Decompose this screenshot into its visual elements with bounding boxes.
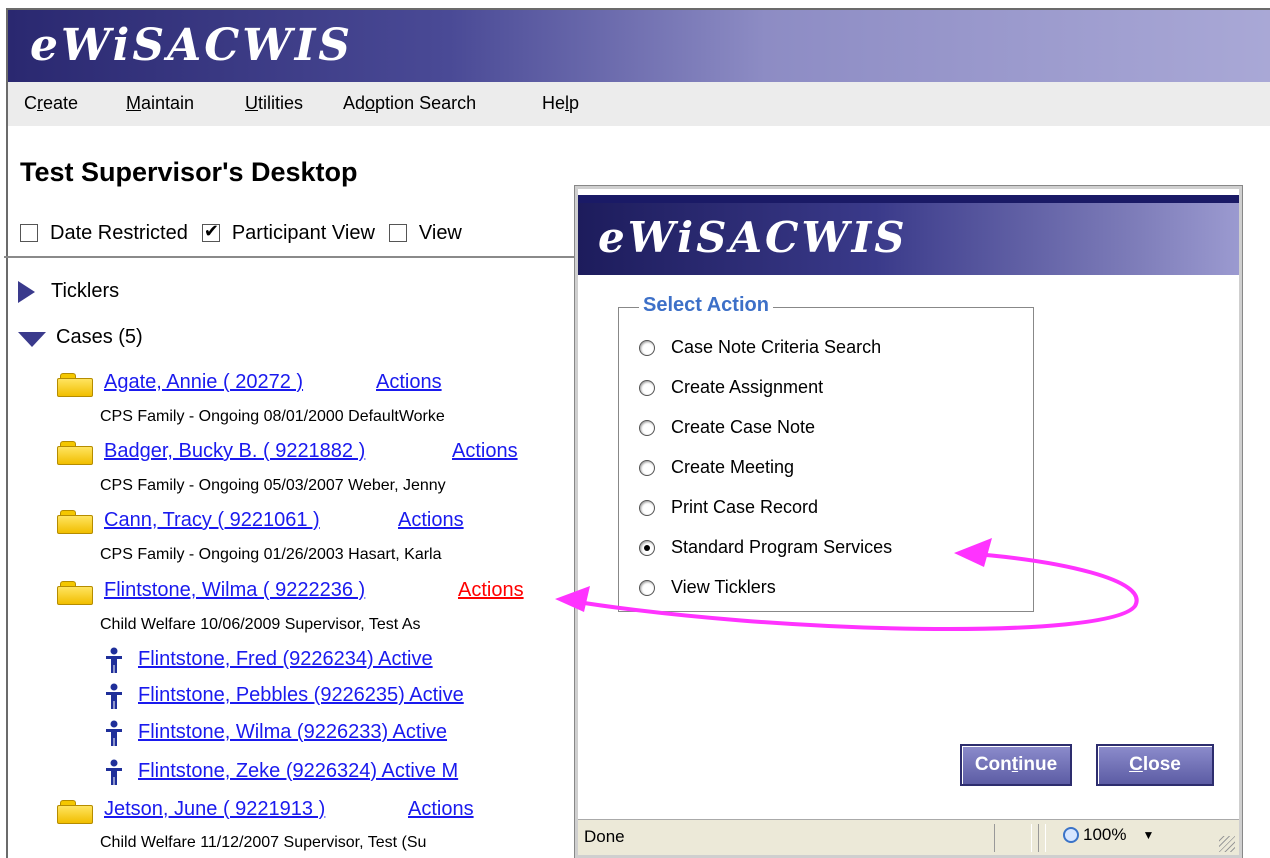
app-title: eWiSACWIS bbox=[30, 20, 354, 71]
case-actions-link[interactable]: Actions bbox=[452, 440, 518, 463]
radio-button-selected[interactable] bbox=[639, 539, 655, 556]
radio-button[interactable] bbox=[639, 419, 655, 436]
radio-button[interactable] bbox=[639, 459, 655, 476]
case-detail: CPS Family - Ongoing 05/03/2007 Weber, J… bbox=[100, 477, 446, 494]
close-button[interactable]: Close bbox=[1096, 744, 1214, 786]
dialog-banner: eWiSACWIS bbox=[578, 195, 1239, 275]
collapse-icon bbox=[18, 332, 46, 347]
folder-icon bbox=[57, 373, 93, 397]
menu-create[interactable]: Create bbox=[24, 93, 78, 114]
select-action-dialog: eWiSACWIS Select Action Case Note Criter… bbox=[575, 186, 1242, 858]
folder-icon bbox=[57, 581, 93, 605]
case-link-agate[interactable]: Agate, Annie ( 20272 ) bbox=[104, 371, 303, 394]
status-segment bbox=[994, 824, 1032, 852]
person-icon bbox=[106, 720, 122, 746]
divider bbox=[4, 256, 584, 258]
case-detail: CPS Family - Ongoing 08/01/2000 DefaultW… bbox=[100, 408, 445, 425]
status-segment bbox=[1038, 824, 1046, 852]
folder-icon bbox=[57, 800, 93, 824]
case-actions-link[interactable]: Actions bbox=[408, 798, 474, 821]
option-print-case-record[interactable]: Print Case Record bbox=[639, 497, 818, 518]
date-restricted-checkbox[interactable] bbox=[20, 224, 38, 242]
case-actions-link[interactable]: Actions bbox=[376, 371, 442, 394]
person-icon bbox=[106, 647, 122, 673]
participant-link[interactable]: Flintstone, Fred (9226234) Active bbox=[138, 648, 433, 671]
menu-help[interactable]: Help bbox=[542, 93, 579, 114]
status-text: Done bbox=[584, 827, 625, 846]
radio-button[interactable] bbox=[639, 379, 655, 396]
ticklers-section[interactable]: Ticklers bbox=[18, 280, 119, 303]
option-view-ticklers[interactable]: View Ticklers bbox=[639, 577, 776, 598]
select-action-group: Select Action Case Note Criteria Search … bbox=[618, 294, 1034, 612]
select-action-legend: Select Action bbox=[639, 294, 773, 317]
filter-bar: Date Restricted Participant View View bbox=[20, 218, 476, 248]
case-link-badger[interactable]: Badger, Bucky B. ( 9221882 ) bbox=[104, 440, 365, 463]
participant-view-checkbox[interactable] bbox=[201, 221, 220, 242]
option-standard-program-services[interactable]: Standard Program Services bbox=[639, 537, 892, 558]
zoom-control[interactable]: 100% ▼ bbox=[1063, 825, 1154, 845]
ticklers-label: Ticklers bbox=[51, 280, 120, 302]
radio-button[interactable] bbox=[639, 499, 655, 516]
option-create-case-note[interactable]: Create Case Note bbox=[639, 417, 815, 438]
page-title: Test Supervisor's Desktop bbox=[20, 157, 358, 187]
folder-icon bbox=[57, 441, 93, 465]
cases-section[interactable]: Cases (5) bbox=[18, 326, 143, 349]
case-actions-link-active[interactable]: Actions bbox=[458, 579, 524, 602]
option-case-note-criteria-search[interactable]: Case Note Criteria Search bbox=[639, 337, 881, 358]
zoom-level: 100% bbox=[1083, 825, 1127, 844]
case-actions-link[interactable]: Actions bbox=[398, 509, 464, 532]
menu-adoption-search[interactable]: Adoption Search bbox=[343, 93, 476, 114]
option-create-meeting[interactable]: Create Meeting bbox=[639, 457, 794, 478]
case-detail: Child Welfare 11/12/2007 Supervisor, Tes… bbox=[100, 834, 427, 851]
participant-view-label: Participant View bbox=[231, 221, 375, 244]
app-banner: eWiSACWIS bbox=[8, 10, 1270, 82]
menu-bar: Create Maintain Utilities Adoption Searc… bbox=[8, 82, 1270, 126]
radio-button[interactable] bbox=[639, 339, 655, 356]
case-link-cann[interactable]: Cann, Tracy ( 9221061 ) bbox=[104, 509, 320, 532]
participant-link[interactable]: Flintstone, Zeke (9226324) Active M bbox=[138, 760, 458, 783]
option-create-assignment[interactable]: Create Assignment bbox=[639, 377, 823, 398]
menu-maintain[interactable]: Maintain bbox=[126, 93, 194, 114]
continue-button[interactable]: Con t inue bbox=[960, 744, 1072, 786]
folder-icon bbox=[57, 510, 93, 534]
resize-grip[interactable] bbox=[1219, 836, 1235, 852]
view-checkbox[interactable] bbox=[388, 224, 407, 242]
expand-icon bbox=[18, 280, 35, 303]
dialog-title: eWiSACWIS bbox=[598, 213, 908, 262]
case-link-flintstone[interactable]: Flintstone, Wilma ( 9222236 ) bbox=[104, 579, 365, 602]
case-link-jetson[interactable]: Jetson, June ( 9221913 ) bbox=[104, 798, 325, 821]
case-detail: CPS Family - Ongoing 01/26/2003 Hasart, … bbox=[100, 546, 442, 563]
date-restricted-label: Date Restricted bbox=[50, 221, 188, 244]
status-bar: Done 100% ▼ bbox=[578, 819, 1239, 855]
person-icon bbox=[106, 759, 122, 785]
person-icon bbox=[106, 683, 122, 709]
participant-link[interactable]: Flintstone, Pebbles (9226235) Active bbox=[138, 684, 464, 707]
case-detail: Child Welfare 10/06/2009 Supervisor, Tes… bbox=[100, 616, 421, 633]
cases-label: Cases (5) bbox=[56, 326, 143, 348]
menu-utilities[interactable]: Utilities bbox=[245, 93, 303, 114]
view-label: View bbox=[418, 221, 462, 244]
radio-button[interactable] bbox=[639, 579, 655, 596]
chevron-down-icon: ▼ bbox=[1142, 828, 1155, 842]
zoom-icon bbox=[1063, 827, 1079, 843]
participant-link[interactable]: Flintstone, Wilma (9226233) Active bbox=[138, 721, 447, 744]
